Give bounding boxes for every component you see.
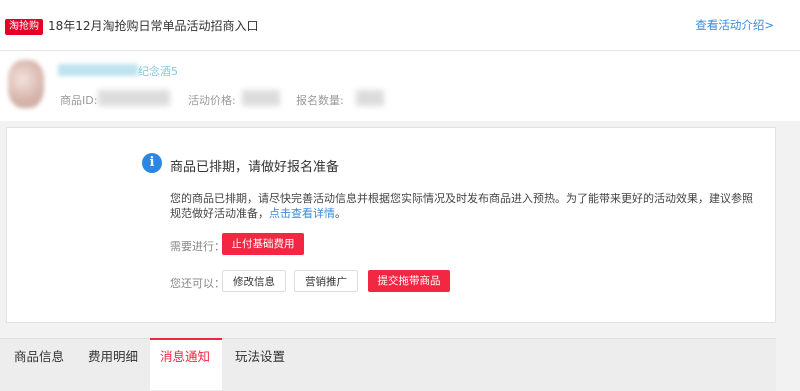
product-name[interactable]: 纪念酒5 — [138, 63, 178, 79]
tab-play-settings[interactable]: 玩法设置 — [235, 346, 285, 365]
tab-fee-details[interactable]: 费用明细 — [88, 346, 138, 365]
notice-description-end: 。 — [335, 207, 346, 220]
signup-quantity-label: 报名数量: — [296, 94, 344, 107]
notice-title: 商品已排期，请做好报名准备 — [170, 160, 340, 175]
info-icon: i — [142, 153, 162, 173]
notice-description: 您的商品已排期，请尽快完善活动信息并根据您实际情况及时发布商品进入预热。为了能带… — [170, 191, 760, 221]
tab-product-info[interactable]: 商品信息 — [14, 346, 64, 365]
submit-linked-product-button[interactable]: 提交拖带商品 — [368, 270, 450, 292]
activity-price-label: 活动价格: — [188, 94, 236, 107]
activity-tag: 淘抢购 — [5, 19, 43, 35]
todo-label: 需要进行： — [170, 240, 225, 253]
notice-panel — [6, 127, 776, 323]
product-card — [0, 51, 800, 121]
signup-quantity-value-redacted — [356, 90, 384, 106]
product-thumbnail[interactable] — [8, 60, 44, 108]
activity-price-value-redacted — [242, 90, 280, 106]
marketing-promotion-button[interactable]: 营销推广 — [294, 270, 358, 292]
product-id-value-redacted — [98, 90, 170, 106]
view-activity-intro-link[interactable]: 查看活动介绍> — [695, 17, 774, 33]
pay-base-fee-button[interactable]: 止付基础费用 — [222, 233, 304, 255]
page-title: 18年12月淘抢购日常单品活动招商入口 — [48, 19, 259, 33]
notice-description-text: 您的商品已排期，请尽快完善活动信息并根据您实际情况及时发布商品进入预热。为了能带… — [170, 192, 753, 220]
view-details-link[interactable]: 点击查看详情 — [269, 207, 335, 220]
optional-actions-label: 您还可以： — [170, 277, 225, 290]
product-id-label: 商品ID: — [60, 94, 98, 107]
product-name-redacted — [58, 64, 138, 76]
edit-info-button[interactable]: 修改信息 — [222, 270, 286, 292]
tab-notifications[interactable]: 消息通知 — [160, 346, 210, 365]
